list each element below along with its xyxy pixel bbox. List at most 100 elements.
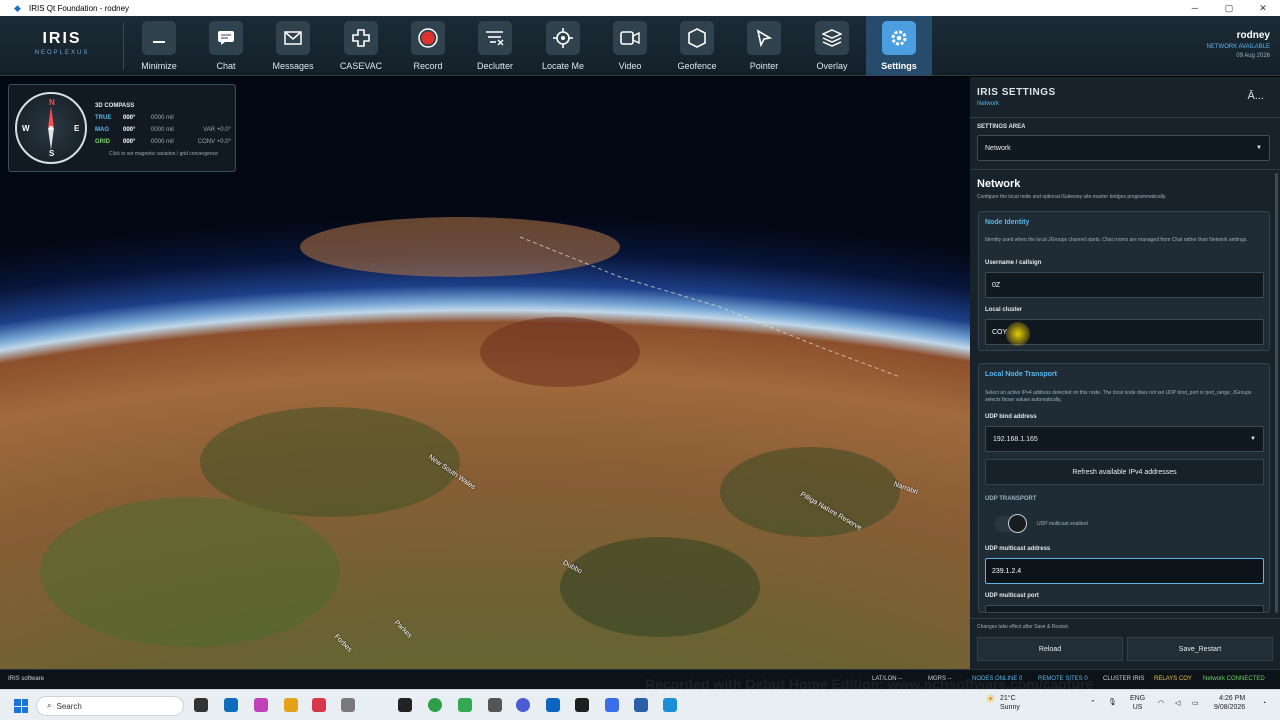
messages-button[interactable]: Messages xyxy=(260,16,326,76)
clock[interactable]: 4:26 PM 9/08/2026 xyxy=(1214,694,1245,712)
udp-bind-select[interactable]: 192.168.1.165 ▼ xyxy=(985,426,1264,452)
copilot-icon[interactable] xyxy=(254,698,268,712)
udp-bind-value: 192.168.1.165 xyxy=(993,435,1038,443)
compass-convergence: CONV +0.0° xyxy=(197,139,231,145)
udp-multicast-port-label: UDP multicast port xyxy=(985,593,1039,599)
compass-widget[interactable]: N S E W 3D COMPASS TRUE 000° 0000 mil MA… xyxy=(8,84,236,172)
compass-degrees: 000° xyxy=(123,139,136,145)
current-date: 09 Aug 2026 xyxy=(1236,53,1270,59)
notification-bell-icon[interactable]: ◔ xyxy=(1262,699,1266,708)
terminal-icon[interactable] xyxy=(575,698,589,712)
compass-key: TRUE xyxy=(95,115,112,121)
geofence-button[interactable]: Geofence xyxy=(664,16,730,76)
user-name: rodney xyxy=(1236,30,1270,41)
declutter-button[interactable]: Declutter xyxy=(462,16,528,76)
node-identity-desc: Identity used when the local JGroups cha… xyxy=(985,237,1248,243)
settings-label: Settings xyxy=(881,61,917,71)
window-close-button[interactable]: ✕ xyxy=(1246,0,1280,16)
window-maximize-button[interactable]: ▢ xyxy=(1212,0,1246,16)
compass-row-mag: MAG 000° 0000 mil VAR +0.0° xyxy=(95,127,231,133)
udp-multicast-port-field[interactable]: 45588 xyxy=(985,605,1264,612)
compass-dial: N S E W xyxy=(15,92,87,164)
weather-temp: 21°C xyxy=(1000,695,1016,702)
overlay-button[interactable]: Overlay xyxy=(799,16,865,76)
store-icon[interactable] xyxy=(341,698,355,712)
volume-icon[interactable]: ◁ xyxy=(1175,699,1180,708)
status-left: IRIS software xyxy=(8,676,45,682)
save-restart-button[interactable]: Save_Restart xyxy=(1127,637,1273,661)
pointer-button[interactable]: Pointer xyxy=(731,16,797,76)
iris-app-icon[interactable] xyxy=(663,698,677,712)
taskbar-search[interactable]: ⌕ Search xyxy=(36,696,184,716)
panel-divider xyxy=(970,117,1280,118)
video-button[interactable]: Video xyxy=(597,16,663,76)
locate-me-button[interactable]: Locate Me xyxy=(530,16,596,76)
clock-time: 4:26 PM xyxy=(1219,695,1246,702)
maps-icon[interactable] xyxy=(458,698,472,712)
video-camera-icon xyxy=(613,21,647,55)
minimize-label: Minimize xyxy=(141,61,177,71)
language-indicator[interactable]: ENG US xyxy=(1130,694,1145,712)
panel-divider xyxy=(970,169,1280,170)
envelope-icon xyxy=(276,21,310,55)
settings-area-value: Network xyxy=(985,144,1011,152)
crosshair-icon xyxy=(546,21,580,55)
toolbar-divider xyxy=(123,22,124,70)
chat-icon xyxy=(209,21,243,55)
tray-overflow-icon[interactable]: ⌃ xyxy=(1090,699,1096,708)
settings-panel: IRIS SETTINGS Network Ā... SETTINGS AREA… xyxy=(970,77,1280,669)
language: ENG xyxy=(1130,695,1146,702)
declutter-label: Declutter xyxy=(476,61,513,71)
video-label: Video xyxy=(618,61,642,71)
compass-variation: VAR +0.0° xyxy=(203,127,231,133)
declutter-icon xyxy=(478,21,512,55)
chat-label: Chat xyxy=(216,61,236,71)
refresh-ipv4-button[interactable]: Refresh available IPv4 addresses xyxy=(985,459,1264,485)
task-view-icon[interactable] xyxy=(194,698,208,712)
udp-multicast-addr-field[interactable]: 239.1.2.4 xyxy=(985,558,1264,584)
toggle-knob xyxy=(1008,514,1027,533)
panel-divider xyxy=(970,618,1280,619)
status-cluster: CLUSTER IRIS xyxy=(1103,676,1145,682)
username-field[interactable]: 0Z xyxy=(985,272,1264,298)
local-cluster-label: Local cluster xyxy=(985,307,1023,313)
minimize-button[interactable]: Minimize xyxy=(126,16,192,76)
udp-multicast-toggle[interactable] xyxy=(995,514,1027,533)
window-minimize-button[interactable]: ─ xyxy=(1178,0,1212,16)
brand-sub: NEOPLEXUS xyxy=(34,50,90,56)
app-icon[interactable] xyxy=(516,698,530,712)
transport-title: Local Node Transport xyxy=(985,371,1057,378)
udp-bind-label: UDP bind address xyxy=(985,414,1037,420)
powershell-icon[interactable] xyxy=(605,698,619,712)
panel-menu-icon[interactable]: Ā... xyxy=(1247,90,1264,102)
reload-button[interactable]: Reload xyxy=(977,637,1123,661)
network-status: NETWORK AVAILABLE xyxy=(1206,44,1270,50)
casevac-label: CASEVAC xyxy=(339,61,383,71)
compass-mils: 0000 mil xyxy=(151,139,174,145)
section-title: Network xyxy=(977,178,1021,190)
chrome-icon[interactable] xyxy=(428,698,442,712)
chat-button[interactable]: Chat xyxy=(193,16,259,76)
brand-logo: IRIS NEOPLEXUS xyxy=(18,30,106,56)
settings-area-select[interactable]: Network ▼ xyxy=(977,135,1270,161)
windows-start-icon[interactable] xyxy=(14,699,28,713)
settings-button[interactable]: Settings xyxy=(866,16,932,76)
record-button[interactable]: Record xyxy=(395,16,461,76)
mouse-cursor-highlight xyxy=(1006,322,1030,346)
weather-desc: Sunny xyxy=(1000,704,1020,711)
wifi-icon[interactable]: ◠ xyxy=(1158,699,1164,708)
battery-icon[interactable]: ▭ xyxy=(1192,699,1199,708)
linkedin-icon[interactable] xyxy=(546,698,560,712)
file-explorer-icon[interactable] xyxy=(284,698,298,712)
app-icon[interactable] xyxy=(312,698,326,712)
weather-widget[interactable]: 21°C Sunny xyxy=(1000,694,1020,712)
compass-row-grid: GRID 000° 0000 mil CONV +0.0° xyxy=(95,139,231,145)
panel-scrollbar[interactable] xyxy=(1275,173,1278,613)
outlook-icon[interactable] xyxy=(224,698,238,712)
microphone-icon[interactable]: 🎙 xyxy=(1108,698,1117,707)
app-icon[interactable] xyxy=(488,698,502,712)
dell-icon[interactable] xyxy=(398,698,412,712)
udp-transport-label: UDP TRANSPORT xyxy=(985,496,1037,502)
app-icon[interactable] xyxy=(634,698,648,712)
casevac-button[interactable]: CASEVAC xyxy=(328,16,394,76)
